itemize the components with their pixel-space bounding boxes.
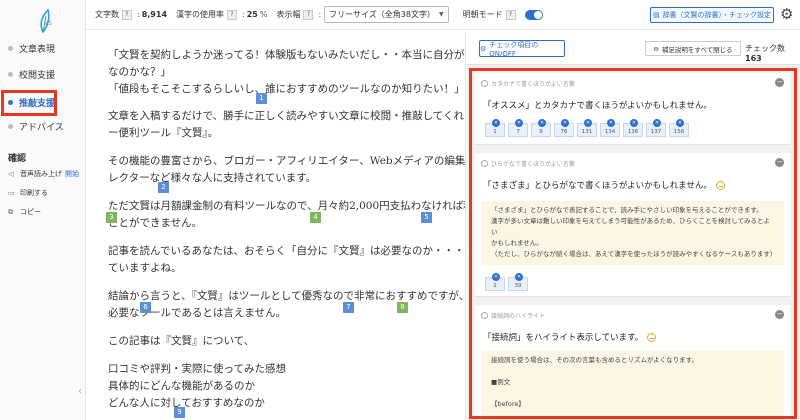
editor-line: この記事は『文賢』について、 [108,335,255,347]
tool-label: コピー [20,208,41,216]
check-count-label: チェック数 [745,44,785,53]
annotation-badge[interactable]: 3 [106,212,117,223]
light-mode-label: 明朝モード [462,10,503,19]
editor-line: ていますよね。 [108,262,182,274]
check-panel: ⚙ チェック項目のON/OFF ⊖ 補足説明をすべて閉じる チェック数 163 カタ… [467,31,800,420]
editor-line: どんな人に対しておすすめなのか [108,397,265,409]
sidebar-item-advice[interactable]: アドバイス [0,115,86,137]
width-select-value: フリーサイズ（全角38文字） [329,10,435,19]
char-count-label: 文字数 [95,10,119,19]
minus-circle-icon: ⊖ [653,44,659,53]
editor-line: 具体的にどんな機能があるのか [108,380,255,392]
print-button[interactable]: ▭ 印刷する [8,188,48,198]
editor-line: なのかな？」 [108,66,171,78]
speaker-icon: ◁ [8,169,14,178]
editor-line: 記事を読んでいるあなたは、おそらく「自分に『文賢』は必要なのか・・・」と迷っ [108,245,465,257]
active-item-highlight-frame [1,90,57,116]
separator: : [318,10,322,19]
help-icon[interactable]: ? [505,9,516,20]
editor-line: ただ文賢は月額課金制の有料ツールなので、月々約2,000円支払わなければ利用する [108,200,466,212]
collapse-chevron-icon[interactable]: ‹ [78,386,82,397]
editor-line: ー便利ツール『文賢』。 [108,127,219,139]
tool-label: 音声読み上げ [20,170,62,178]
editor-line: 文章を入稿するだけで、勝手に正しく読みやすい文章に校閲・推敲してくれるスーパ [108,110,465,122]
help-icon[interactable]: ? [122,9,132,20]
sidebar-item-label: 校閲支援 [19,70,56,81]
width-select[interactable]: フリーサイズ（全角38文字） ▼ [324,6,449,23]
close-all-notes-button[interactable]: ⊖ 補足説明をすべて閉じる [645,41,741,56]
bullet-icon [8,71,13,77]
editor-line: 結論から言うと、『文賢』はツールとして優秀なので非常におすすめですが、全員に [108,290,466,302]
book-icon: ▤ [652,11,660,19]
separator: : [137,10,140,19]
cards-highlight-frame [469,68,797,419]
read-aloud-button[interactable]: ◁ 音声読み上げ 開始 [8,169,79,179]
gear-icon[interactable]: ⚙ [780,6,793,22]
editor-line: 必要なツールであるとは言えません。 [108,307,287,319]
help-icon[interactable]: ? [227,9,238,20]
quill-logo-icon[interactable] [28,8,58,34]
sidebar: VS 文章表現 校閲支援 推敲支援 アドバイス 確認 ◁ 音声読み上げ 開始 ▭ 印刷… [0,0,86,420]
kanji-rate-value: 25 [246,10,258,19]
close-all-label: 補足説明をすべて閉じる [661,45,733,54]
bullet-icon [8,123,13,129]
annotation-badge[interactable]: 8 [397,302,408,313]
kanji-rate-label: 漢字の使用率 [176,10,225,19]
sidebar-section-title: 確認 [8,154,27,164]
copy-icon: ⧉ [8,207,13,216]
width-label: 表示幅 [276,10,301,19]
printer-icon: ▭ [8,188,15,197]
annotation-badge[interactable]: 1 [256,93,267,104]
kanji-rate-unit: % [259,10,268,19]
annotation-badge[interactable]: 6 [140,302,151,313]
annotation-badge[interactable]: 4 [310,212,321,223]
editor-line: 口コミや評判・実際に使ってみた感想 [108,363,286,375]
editor-line: レクターなど様々な人に支持されています。 [108,172,317,184]
editor-line: ことができません。 [108,217,203,229]
annotation-badge[interactable]: 9 [174,407,185,418]
annotation-badge[interactable]: 5 [421,212,432,223]
check-toggle-button[interactable]: ⚙ チェック項目のON/OFF [479,40,565,58]
sidebar-item-label: 文章表現 [19,44,56,55]
annotation-badge[interactable]: 7 [343,302,354,313]
help-icon[interactable]: ? [303,9,314,20]
check-toggle-label: チェック項目のON/OFF [489,40,539,58]
sidebar-item-expression[interactable]: 文章表現 [0,37,86,59]
light-mode-toggle[interactable] [524,9,543,20]
check-count: チェック数 163 [745,43,800,63]
sidebar-item-proofreading[interactable]: 校閲支援 [0,63,86,85]
tool-label: 印刷する [20,189,48,197]
check-count-value: 163 [745,54,762,63]
editor-line: 「文賢を契約しようか迷ってる！体験版もないみたいだし・・本当に自分が使うべき [108,49,465,61]
dictionary-settings-button[interactable]: ▤ 辞書（文賢の辞書）・チェック設定 [650,7,774,23]
char-count-value: 8,914 [141,10,168,19]
annotation-badge[interactable]: 2 [158,182,169,193]
text-editor[interactable]: 「文賢を契約しようか迷ってる！体験版もないみたいだし・・本当に自分が使うべき な… [86,31,466,420]
dict-button-label: 辞書（文賢の辞書）・チェック設定 [662,11,772,19]
editor-line: 「値段もそこそこするらしいし、誰におすすめのツールなのか知りたい！」 [108,83,465,95]
panel-toolbar: ⚙ チェック項目のON/OFF ⊖ 補足説明をすべて閉じる チェック数 163 [467,31,800,65]
chevron-down-icon: ▼ [438,11,444,18]
separator: : [242,10,245,19]
sidebar-item-label: アドバイス [19,122,64,133]
bullet-icon [8,45,13,51]
start-link[interactable]: 開始 [65,169,79,179]
editor-line: その機能の豊富さから、ブロガー・アフィリエイター、Webメディアの編集者・ディ [108,155,466,167]
gear-icon: ⚙ [480,44,487,53]
copy-button[interactable]: ⧉ コピー [8,207,41,217]
logo-sub: VS [44,20,52,27]
